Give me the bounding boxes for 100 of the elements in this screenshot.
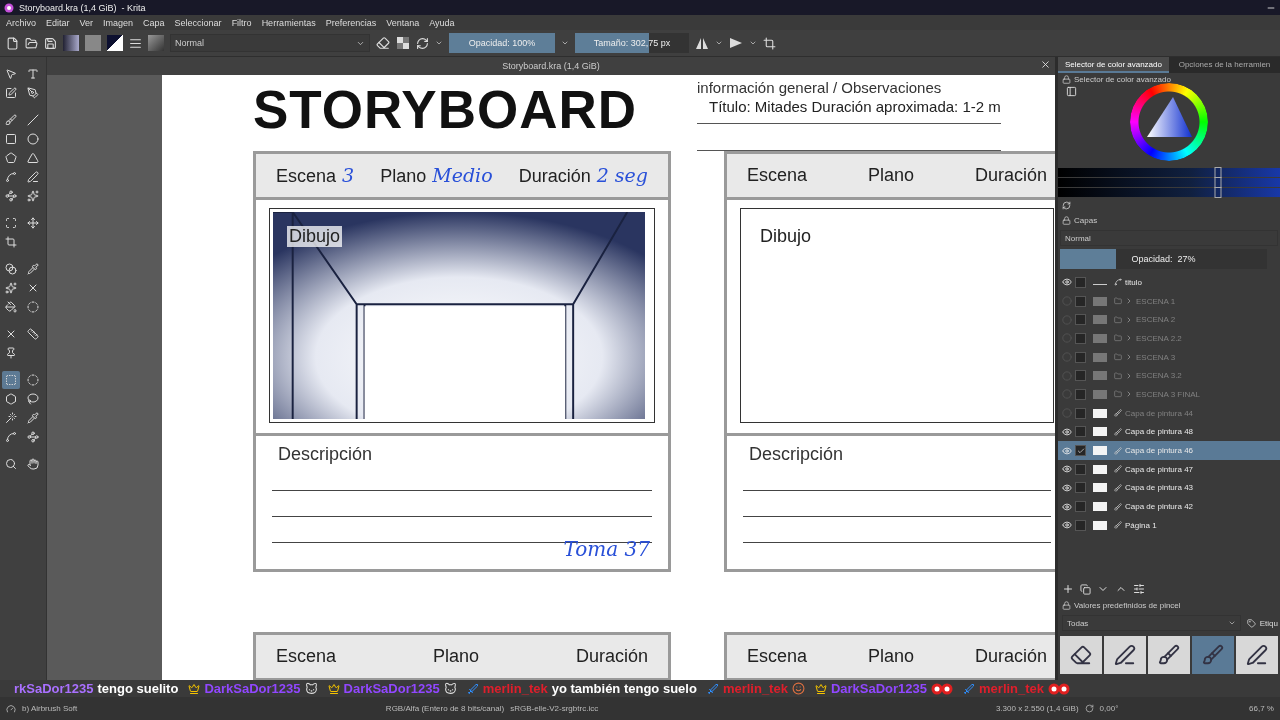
tool-button[interactable]: [24, 130, 42, 148]
layer-checkbox[interactable]: [1075, 276, 1086, 288]
blend-mode-dropdown[interactable]: Normal: [170, 34, 370, 52]
brush-preset[interactable]: [1148, 636, 1190, 674]
tool-button[interactable]: [24, 371, 42, 389]
pattern-swatch[interactable]: [85, 35, 101, 51]
layer-checkbox[interactable]: [1075, 407, 1086, 419]
color-slider[interactable]: [1058, 178, 1280, 187]
menu-item[interactable]: Filtro: [231, 17, 252, 28]
layer-checkbox[interactable]: [1075, 501, 1086, 513]
menu-item[interactable]: Capa: [143, 17, 165, 28]
layer-checkbox[interactable]: [1075, 519, 1086, 531]
menu-item[interactable]: Editar: [46, 17, 70, 28]
layer-checkbox[interactable]: [1075, 463, 1086, 475]
opacity-slider[interactable]: Opacidad: 27%: [1060, 249, 1267, 269]
brush-preset[interactable]: [1236, 636, 1278, 674]
duplicate-icon[interactable]: [1080, 583, 1091, 595]
layer-row[interactable]: titulo: [1058, 273, 1280, 292]
open-button[interactable]: [25, 36, 38, 50]
cross-icon: [27, 282, 39, 294]
layer-checkbox[interactable]: [1075, 482, 1086, 494]
eye-icon[interactable]: [1062, 520, 1072, 531]
color-slider[interactable]: [1058, 188, 1280, 197]
brush-preset[interactable]: [1104, 636, 1146, 674]
layer-checkbox[interactable]: [1075, 295, 1086, 307]
color-triangle[interactable]: [1145, 95, 1193, 139]
layer-thumbnail: [1093, 315, 1107, 325]
menu-item[interactable]: Preferencias: [325, 17, 377, 28]
airbrush-icon: [1202, 644, 1224, 666]
pen-nib-icon: [27, 87, 39, 99]
eye-icon[interactable]: [1062, 501, 1072, 512]
tool-button[interactable]: [24, 168, 42, 186]
layer-row[interactable]: Capa de pintura 43: [1058, 478, 1280, 498]
mirror-horizontal-button[interactable]: [695, 36, 709, 50]
layer-checkbox[interactable]: [1075, 426, 1086, 438]
properties-icon[interactable]: [1133, 583, 1145, 595]
eye-icon[interactable]: [1062, 426, 1072, 437]
tool-button[interactable]: [24, 298, 42, 316]
eye-icon[interactable]: [1062, 445, 1072, 456]
menu-item[interactable]: Seleccionar: [174, 17, 222, 28]
docker-tab[interactable]: Opciones de la herramien: [1169, 57, 1280, 73]
slider-handle[interactable]: [1214, 187, 1222, 198]
refresh-icon[interactable]: [1062, 201, 1071, 210]
menu-item[interactable]: Ver: [79, 17, 94, 28]
mirror-vertical-button[interactable]: [729, 36, 743, 50]
wrap-button[interactable]: [763, 36, 776, 50]
tool-button[interactable]: [2, 371, 20, 389]
brush-settings-button[interactable]: [129, 36, 142, 50]
layer-thumbnail: [1093, 446, 1107, 456]
eye-icon[interactable]: [1062, 277, 1072, 288]
layer-checkbox[interactable]: [1075, 314, 1086, 326]
gradient-swatch[interactable]: [63, 35, 79, 51]
chevron-icon[interactable]: [1125, 390, 1133, 399]
chevron-icon[interactable]: [1125, 334, 1133, 343]
chat-username: DarkSaDor1235: [204, 681, 301, 696]
layer-checkbox[interactable]: [1075, 445, 1086, 457]
layer-row[interactable]: Capa de pintura 48: [1058, 422, 1280, 442]
menu-item[interactable]: Imagen: [103, 17, 134, 28]
chat-username: merlin_tek: [482, 681, 548, 696]
blend-mode-dropdown[interactable]: Normal: [1060, 230, 1278, 246]
tool-button[interactable]: [24, 325, 42, 343]
brush-preset[interactable]: [1060, 636, 1102, 674]
menu-item[interactable]: Ayuda: [429, 17, 455, 28]
eye-icon[interactable]: [1062, 482, 1072, 493]
color-swatch[interactable]: [107, 35, 123, 51]
settings-icon[interactable]: [1066, 86, 1077, 97]
docker-tab[interactable]: Selector de color avanzado: [1058, 57, 1169, 73]
alpha-lock-button[interactable]: [396, 36, 410, 50]
reload-button[interactable]: [416, 36, 429, 50]
brush-preset-button[interactable]: [148, 35, 164, 51]
layer-checkbox[interactable]: [1075, 351, 1086, 363]
field-label: Duración: [974, 165, 1047, 186]
layer-checkbox[interactable]: [1075, 332, 1086, 344]
layer-row[interactable]: Capa de pintura 42: [1058, 497, 1280, 516]
save-button[interactable]: [44, 36, 57, 50]
menu-item[interactable]: Ventana: [386, 17, 420, 28]
tool-button[interactable]: [24, 390, 42, 408]
close-button[interactable]: [1040, 59, 1051, 70]
opacity-slider[interactable]: Opacidad: 100%: [449, 33, 555, 53]
eye-icon[interactable]: [1062, 464, 1072, 475]
filter-dropdown[interactable]: Todas: [1062, 615, 1241, 631]
tool-button[interactable]: [2, 298, 20, 316]
field-label: Plano: [380, 166, 427, 187]
layer-checkbox[interactable]: [1075, 370, 1086, 382]
handwritten-value: 3: [342, 164, 355, 186]
menu-item[interactable]: Archivo: [6, 17, 36, 28]
menu-item[interactable]: Herramientas: [261, 17, 316, 28]
crop-icon: [5, 236, 17, 248]
layer-row[interactable]: Capa de pintura 47: [1058, 459, 1280, 479]
layer-checkbox[interactable]: [1075, 388, 1086, 400]
document-title: Storyboard.kra (1,4 GiB): [502, 61, 600, 71]
layer-row[interactable]: Página 1: [1058, 515, 1280, 535]
pen-icon: [1246, 644, 1268, 666]
eraser-button[interactable]: [376, 36, 390, 50]
layer-row[interactable]: Capa de pintura 46: [1058, 441, 1280, 460]
handwritten-value: 2 seg: [596, 164, 648, 186]
add-icon[interactable]: [1062, 583, 1074, 595]
new-document-button[interactable]: [6, 36, 19, 50]
tool-button[interactable]: [2, 260, 20, 278]
color-slider[interactable]: [1058, 168, 1280, 177]
